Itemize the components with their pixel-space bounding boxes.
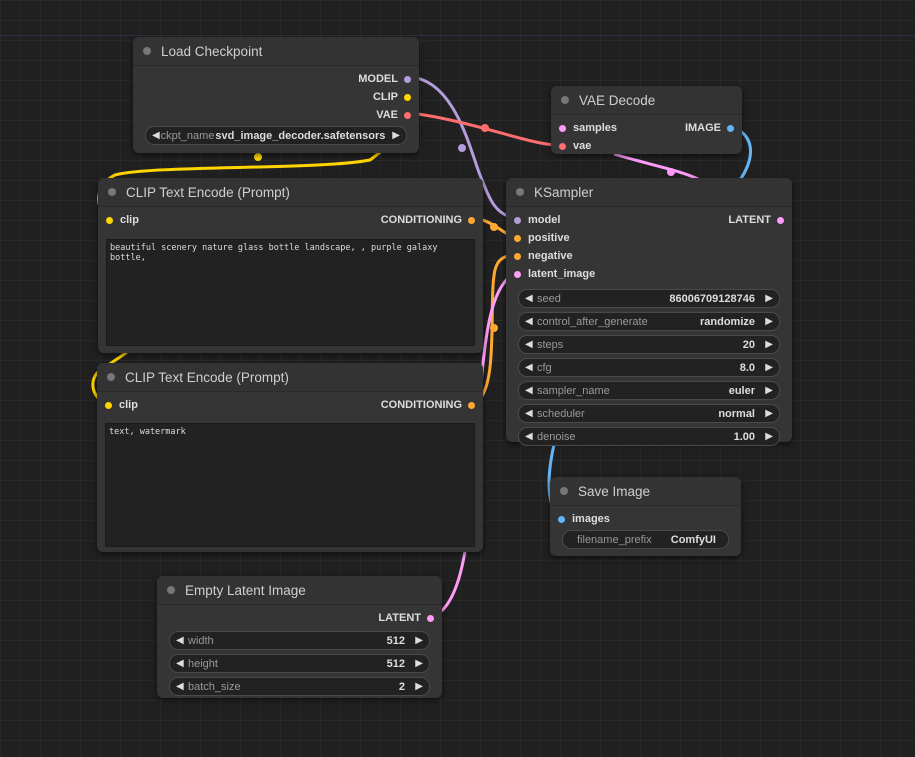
latent-slot-dot-icon[interactable] bbox=[514, 270, 521, 278]
input-images[interactable]: images bbox=[558, 510, 610, 528]
clip-slot-dot-icon[interactable] bbox=[404, 93, 411, 101]
arrow-right-icon[interactable]: ▶ bbox=[761, 362, 773, 373]
output-vae[interactable]: VAE bbox=[376, 106, 411, 124]
collapse-dot-icon[interactable] bbox=[167, 586, 175, 594]
scheduler-widget[interactable]: ◀ scheduler normal ▶ bbox=[518, 404, 780, 423]
arrow-left-icon[interactable]: ◀ bbox=[152, 130, 161, 141]
arrow-left-icon[interactable]: ◀ bbox=[525, 362, 537, 373]
output-clip[interactable]: CLIP bbox=[373, 88, 411, 106]
arrow-right-icon[interactable]: ▶ bbox=[411, 635, 423, 646]
arrow-right-icon[interactable]: ▶ bbox=[411, 681, 423, 692]
output-latent[interactable]: LATENT bbox=[378, 609, 434, 627]
node-title-text: Load Checkpoint bbox=[161, 43, 263, 59]
ckpt-name-combo[interactable]: ◀ ckpt_name svd_image_decoder.safetensor… bbox=[145, 126, 407, 145]
vae-slot-dot-icon[interactable] bbox=[559, 142, 566, 150]
sampler-name-widget[interactable]: ◀ sampler_name euler ▶ bbox=[518, 381, 780, 400]
batch-size-widget[interactable]: ◀ batch_size 2 ▶ bbox=[169, 677, 430, 696]
node-empty-latent-image[interactable]: Empty Latent Image LATENT ◀ width 512 ▶ ◀ he… bbox=[157, 576, 442, 698]
collapse-dot-icon[interactable] bbox=[560, 487, 568, 495]
arrow-left-icon[interactable]: ◀ bbox=[525, 385, 537, 396]
arrow-left-icon[interactable]: ◀ bbox=[525, 431, 537, 442]
input-clip[interactable]: clip bbox=[105, 396, 138, 414]
cfg-widget[interactable]: ◀ cfg 8.0 ▶ bbox=[518, 358, 780, 377]
output-image[interactable]: IMAGE bbox=[685, 119, 734, 137]
arrow-right-icon[interactable]: ▶ bbox=[761, 293, 773, 304]
arrow-right-icon[interactable]: ▶ bbox=[761, 431, 773, 442]
arrow-right-icon[interactable]: ▶ bbox=[411, 658, 423, 669]
node-vae-decode[interactable]: VAE Decode samples IMAGE vae bbox=[551, 86, 742, 154]
node-title[interactable]: Save Image bbox=[550, 477, 741, 506]
arrow-left-icon[interactable]: ◀ bbox=[176, 658, 188, 669]
model-slot-dot-icon[interactable] bbox=[514, 216, 521, 224]
latent-slot-dot-icon[interactable] bbox=[559, 124, 566, 132]
input-latent-image[interactable]: latent_image bbox=[514, 265, 595, 283]
arrow-left-icon[interactable]: ◀ bbox=[176, 681, 188, 692]
node-clip-text-encode-positive[interactable]: CLIP Text Encode (Prompt) clip CONDITION… bbox=[98, 178, 483, 353]
image-slot-dot-icon[interactable] bbox=[558, 515, 565, 523]
latent-slot-dot-icon[interactable] bbox=[427, 614, 434, 622]
output-conditioning[interactable]: CONDITIONING bbox=[381, 211, 475, 229]
clip-slot-dot-icon[interactable] bbox=[106, 216, 113, 224]
filename-prefix-input[interactable]: filename_prefix ComfyUI bbox=[562, 530, 729, 549]
input-positive[interactable]: positive bbox=[514, 229, 570, 247]
arrow-right-icon[interactable]: ▶ bbox=[761, 408, 773, 419]
latent-slot-dot-icon[interactable] bbox=[777, 216, 784, 224]
output-latent[interactable]: LATENT bbox=[728, 211, 784, 229]
input-model[interactable]: model bbox=[514, 211, 560, 229]
width-widget[interactable]: ◀ width 512 ▶ bbox=[169, 631, 430, 650]
control-after-generate-widget[interactable]: ◀ control_after_generate randomize ▶ bbox=[518, 312, 780, 331]
node-title[interactable]: Empty Latent Image bbox=[157, 576, 442, 605]
arrow-right-icon[interactable]: ▶ bbox=[761, 316, 773, 327]
vae-slot-dot-icon[interactable] bbox=[404, 111, 411, 119]
arrow-left-icon[interactable]: ◀ bbox=[176, 635, 188, 646]
arrow-left-icon[interactable]: ◀ bbox=[525, 339, 537, 350]
denoise-widget[interactable]: ◀ denoise 1.00 ▶ bbox=[518, 427, 780, 446]
node-title[interactable]: Load Checkpoint bbox=[133, 37, 419, 66]
conditioning-slot-dot-icon[interactable] bbox=[468, 401, 475, 409]
node-title[interactable]: KSampler bbox=[506, 178, 792, 207]
arrow-left-icon[interactable]: ◀ bbox=[525, 293, 537, 304]
collapse-dot-icon[interactable] bbox=[143, 47, 151, 55]
node-clip-text-encode-negative[interactable]: CLIP Text Encode (Prompt) clip CONDITION… bbox=[97, 363, 483, 552]
model-slot-dot-icon[interactable] bbox=[404, 75, 411, 83]
output-conditioning[interactable]: CONDITIONING bbox=[381, 396, 475, 414]
collapse-dot-icon[interactable] bbox=[561, 96, 569, 104]
node-save-image[interactable]: Save Image images filename_prefix ComfyU… bbox=[550, 477, 741, 556]
arrow-left-icon[interactable]: ◀ bbox=[525, 408, 537, 419]
node-title[interactable]: CLIP Text Encode (Prompt) bbox=[98, 178, 483, 207]
arrow-right-icon[interactable]: ▶ bbox=[391, 130, 400, 141]
link-samples bbox=[613, 152, 701, 182]
input-vae[interactable]: vae bbox=[559, 137, 591, 155]
input-samples[interactable]: samples bbox=[559, 119, 617, 137]
node-load-checkpoint[interactable]: Load Checkpoint MODEL CLIP VAE ◀ ckpt_na… bbox=[133, 37, 419, 153]
steps-widget[interactable]: ◀ steps 20 ▶ bbox=[518, 335, 780, 354]
node-title[interactable]: CLIP Text Encode (Prompt) bbox=[97, 363, 483, 392]
prompt-textarea[interactable]: text, watermark bbox=[105, 423, 475, 547]
collapse-dot-icon[interactable] bbox=[108, 188, 116, 196]
output-model[interactable]: MODEL bbox=[358, 70, 411, 88]
collapse-dot-icon[interactable] bbox=[107, 373, 115, 381]
clip-slot-dot-icon[interactable] bbox=[105, 401, 112, 409]
collapse-dot-icon[interactable] bbox=[516, 188, 524, 196]
arrow-right-icon[interactable]: ▶ bbox=[761, 385, 773, 396]
height-widget[interactable]: ◀ height 512 ▶ bbox=[169, 654, 430, 673]
node-ksampler[interactable]: KSampler model LATENT positive negative … bbox=[506, 178, 792, 446]
conditioning-slot-dot-icon[interactable] bbox=[514, 234, 521, 242]
prompt-textarea[interactable]: beautiful scenery nature glass bottle la… bbox=[106, 239, 475, 346]
conditioning-slot-dot-icon[interactable] bbox=[468, 216, 475, 224]
node-title[interactable]: VAE Decode bbox=[551, 86, 742, 115]
image-slot-dot-icon[interactable] bbox=[727, 124, 734, 132]
arrow-left-icon[interactable]: ◀ bbox=[525, 316, 537, 327]
input-negative[interactable]: negative bbox=[514, 247, 573, 265]
input-clip[interactable]: clip bbox=[106, 211, 139, 229]
seed-widget[interactable]: ◀ seed 86006709128746 ▶ bbox=[518, 289, 780, 308]
arrow-right-icon[interactable]: ▶ bbox=[761, 339, 773, 350]
conditioning-slot-dot-icon[interactable] bbox=[514, 252, 521, 260]
